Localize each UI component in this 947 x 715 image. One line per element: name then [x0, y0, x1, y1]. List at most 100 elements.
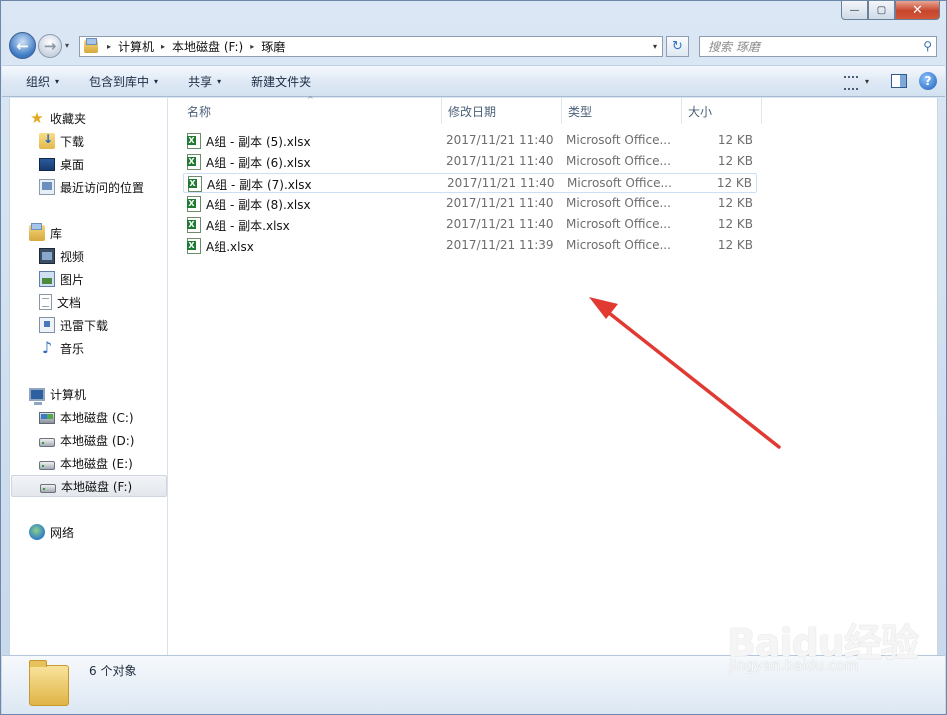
excel-file-icon: [187, 133, 201, 149]
library-icon: [29, 223, 45, 241]
address-bar[interactable]: ▸ 计算机 ▸ 本地磁盘 (F:) ▸ 琢磨 ▾: [79, 36, 663, 57]
minimize-button[interactable]: —: [841, 1, 868, 20]
item-count-status: 6 个对象: [89, 664, 137, 678]
excel-file-icon: [187, 154, 201, 170]
sidebar-item-music[interactable]: ♪ 音乐: [39, 337, 84, 359]
column-divider[interactable]: [561, 98, 562, 124]
breadcrumb-separator[interactable]: ▸: [161, 42, 165, 51]
file-row[interactable]: A组.xlsx 2017/11/21 11:39 Microsoft Offic…: [183, 236, 757, 256]
chevron-down-icon: ▾: [864, 76, 869, 86]
include-in-library-menu[interactable]: 包含到库中 ▾: [71, 73, 170, 90]
column-header-date-modified[interactable]: 修改日期: [448, 98, 496, 124]
file-date: 2017/11/21 11:40: [447, 176, 555, 190]
column-header-label: 大小: [688, 104, 713, 119]
details-view-icon: [843, 74, 859, 90]
sidebar-item-drive-e[interactable]: 本地磁盘 (E:): [39, 452, 133, 474]
downloads-folder-icon: [39, 132, 55, 149]
sidebar-item-documents[interactable]: 文档: [39, 291, 81, 313]
picture-icon: [39, 271, 55, 287]
breadcrumb-drive-f[interactable]: 本地磁盘 (F:): [172, 38, 243, 55]
music-icon: ♪: [41, 338, 53, 357]
back-button[interactable]: ←: [9, 32, 36, 59]
network-icon: [29, 524, 45, 540]
file-type: Microsoft Office...: [566, 238, 671, 252]
refresh-button[interactable]: ↻: [666, 36, 689, 57]
sidebar-item-recent-places[interactable]: 最近访问的位置: [39, 176, 144, 198]
include-in-library-label: 包含到库中: [89, 74, 150, 89]
new-folder-button[interactable]: 新建文件夹: [233, 73, 323, 90]
breadcrumb-separator[interactable]: ▸: [107, 42, 111, 51]
file-row-selected[interactable]: A组 - 副本 (7).xlsx 2017/11/21 11:40 Micros…: [183, 173, 757, 193]
column-divider[interactable]: [441, 98, 442, 124]
system-drive-icon: [39, 412, 55, 424]
sidebar-item-libraries[interactable]: 库: [29, 222, 62, 244]
sidebar-item-drive-f[interactable]: 本地磁盘 (F:): [11, 475, 167, 497]
search-input[interactable]: 搜索 琢磨 ⚲: [699, 36, 937, 57]
content-area: ★ 收藏夹 下载 桌面 最近访问的位置 库 视频: [9, 95, 938, 655]
sidebar-item-pictures[interactable]: 图片: [39, 268, 84, 290]
maximize-button[interactable]: ▢: [868, 1, 895, 20]
breadcrumb-computer[interactable]: 计算机: [118, 38, 154, 55]
document-icon: [39, 294, 52, 310]
sidebar-item-label: 迅雷下载: [60, 318, 109, 333]
forward-button[interactable]: →: [38, 33, 62, 58]
sidebar-item-thunder-downloads[interactable]: 迅雷下载: [39, 314, 108, 336]
sidebar-item-label: 本地磁盘 (E:): [60, 456, 133, 471]
sidebar-item-videos[interactable]: 视频: [39, 245, 84, 267]
organize-menu[interactable]: 组织 ▾: [2, 73, 71, 90]
sidebar-item-label: 计算机: [50, 387, 87, 402]
search-placeholder: 搜索 琢磨: [708, 40, 760, 54]
column-header-size[interactable]: 大小: [688, 98, 712, 124]
chevron-down-icon: ▾: [217, 76, 222, 86]
column-divider[interactable]: [761, 98, 762, 124]
drive-icon: [39, 437, 55, 447]
file-row[interactable]: A组 - 副本 (8).xlsx 2017/11/21 11:40 Micros…: [183, 194, 757, 214]
sidebar-item-computer[interactable]: 计算机: [29, 383, 86, 405]
video-icon: [39, 248, 55, 264]
breadcrumb-separator[interactable]: ▸: [250, 42, 254, 51]
file-date: 2017/11/21 11:40: [446, 133, 554, 147]
share-menu[interactable]: 共享 ▾: [170, 73, 233, 90]
file-row[interactable]: A组 - 副本.xlsx 2017/11/21 11:40 Microsoft …: [183, 215, 757, 235]
column-header-label: 名称: [187, 104, 212, 119]
file-list[interactable]: ^ 名称 修改日期 类型 大小 A组 - 副本 (5).xlsx 2017/11…: [169, 95, 937, 655]
file-size: 12 KB: [717, 133, 753, 147]
close-button[interactable]: ✕: [895, 1, 940, 20]
file-row[interactable]: A组 - 副本 (6).xlsx 2017/11/21 11:40 Micros…: [183, 152, 757, 172]
file-type: Microsoft Office...: [566, 217, 671, 231]
column-divider[interactable]: [681, 98, 682, 124]
sidebar-item-label: 本地磁盘 (C:): [60, 410, 134, 425]
sidebar-item-label: 本地磁盘 (F:): [61, 479, 133, 494]
file-type: Microsoft Office...: [566, 154, 671, 168]
sidebar-item-label: 桌面: [60, 157, 85, 172]
column-header-type[interactable]: 类型: [568, 98, 592, 124]
sidebar-item-network[interactable]: 网络: [29, 521, 74, 543]
breadcrumb-current-folder[interactable]: 琢磨: [261, 38, 285, 55]
sidebar-item-downloads[interactable]: 下载: [39, 130, 84, 152]
file-name: A组 - 副本 (5).xlsx: [206, 135, 311, 149]
sidebar-item-favorites[interactable]: ★ 收藏夹: [29, 107, 86, 129]
file-row[interactable]: A组 - 副本 (5).xlsx 2017/11/21 11:40 Micros…: [183, 131, 757, 151]
navigation-pane[interactable]: ★ 收藏夹 下载 桌面 最近访问的位置 库 视频: [10, 98, 168, 655]
sidebar-item-label: 视频: [60, 249, 85, 264]
recent-pages-dropdown[interactable]: ▾: [65, 41, 69, 50]
change-view-button[interactable]: ▾: [843, 74, 869, 90]
file-date: 2017/11/21 11:40: [446, 217, 554, 231]
file-name: A组 - 副本 (7).xlsx: [207, 178, 312, 192]
column-header-label: 修改日期: [448, 104, 497, 119]
watermark-url: jingyan.baidu.com: [729, 658, 859, 674]
baidu-jingyan-watermark: Baidu经验 jingyan.baidu.com: [727, 612, 919, 674]
column-header-name[interactable]: 名称: [187, 98, 211, 124]
sidebar-item-drive-c[interactable]: 本地磁盘 (C:): [39, 406, 134, 428]
sidebar-item-drive-d[interactable]: 本地磁盘 (D:): [39, 429, 134, 451]
address-history-dropdown[interactable]: ▾: [648, 37, 662, 56]
sidebar-item-desktop[interactable]: 桌面: [39, 153, 84, 175]
file-name-cell: A组 - 副本 (7).xlsx: [188, 176, 312, 193]
file-name: A组.xlsx: [206, 240, 254, 254]
chevron-down-icon: ▾: [55, 76, 60, 86]
help-icon[interactable]: ?: [919, 72, 937, 90]
sidebar-item-label: 图片: [60, 272, 85, 287]
preview-pane-icon[interactable]: [891, 74, 907, 88]
file-date: 2017/11/21 11:39: [446, 238, 554, 252]
search-icon[interactable]: ⚲: [923, 39, 932, 53]
